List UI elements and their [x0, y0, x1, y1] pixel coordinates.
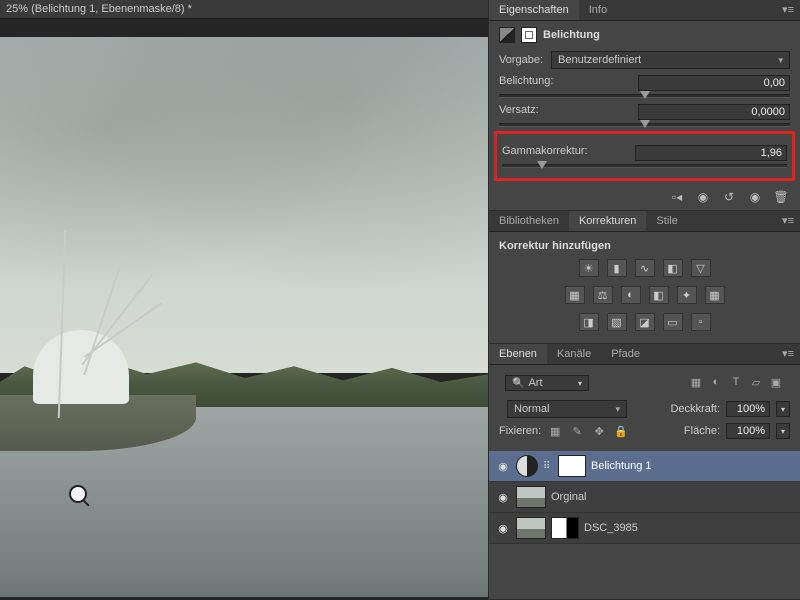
- exposure-value-input[interactable]: [638, 75, 790, 91]
- posterize-icon[interactable]: ▧: [607, 313, 627, 331]
- vibrance-icon[interactable]: ▽: [691, 259, 711, 277]
- tab-eigenschaften[interactable]: Eigenschaften: [489, 0, 579, 20]
- panel-menu-icon[interactable]: ▾≡: [776, 344, 800, 364]
- blend-mode-select[interactable]: Normal: [507, 400, 627, 418]
- layer-mask-thumb[interactable]: [558, 455, 586, 477]
- offset-value-input[interactable]: [638, 104, 790, 120]
- exposure-label: Belichtung:: [499, 75, 553, 91]
- exposure-adj-icon[interactable]: ◧: [663, 259, 683, 277]
- visibility-toggle-icon[interactable]: ◉: [495, 460, 511, 473]
- offset-slider[interactable]: [499, 123, 790, 127]
- filter-smart-icon[interactable]: ▣: [768, 376, 784, 390]
- gamma-highlight: Gammakorrektur:: [494, 131, 795, 181]
- layer-name[interactable]: Orginal: [551, 491, 794, 503]
- lock-label: Fixieren:: [499, 425, 541, 437]
- exposure-slider-row: Belichtung:: [499, 75, 790, 98]
- lock-transparency-icon[interactable]: ▦: [547, 424, 563, 438]
- mask-icon: [521, 27, 537, 43]
- brightness-contrast-icon[interactable]: ☀: [579, 259, 599, 277]
- layer-filter-kind-select[interactable]: Art▾: [505, 375, 589, 391]
- view-previous-icon[interactable]: ◉: [694, 189, 712, 204]
- opacity-label: Deckkraft:: [670, 403, 720, 415]
- tab-bibliotheken[interactable]: Bibliotheken: [489, 211, 569, 231]
- document-image: [0, 37, 488, 597]
- exposure-slider[interactable]: [499, 94, 790, 98]
- zoom-out-cursor-icon: [69, 485, 87, 503]
- filter-adjust-icon[interactable]: ◐: [708, 376, 724, 390]
- filter-shape-icon[interactable]: ▱: [748, 376, 764, 390]
- color-lookup-icon[interactable]: ▦: [705, 286, 725, 304]
- photo-filter-icon[interactable]: ◧: [649, 286, 669, 304]
- toggle-visibility-icon[interactable]: ◉: [746, 189, 764, 204]
- layer-name[interactable]: Belichtung 1: [591, 460, 794, 472]
- offset-label: Versatz:: [499, 104, 539, 120]
- tab-info[interactable]: Info: [579, 0, 617, 20]
- document-title: 25% (Belichtung 1, Ebenenmaske/8) *: [0, 0, 488, 19]
- link-icon[interactable]: ⠿: [543, 461, 553, 472]
- delete-adjustment-icon[interactable]: 🗑: [772, 189, 790, 204]
- color-balance-icon[interactable]: ⚖: [593, 286, 613, 304]
- canvas-viewport[interactable]: [0, 19, 488, 600]
- tab-pfade[interactable]: Pfade: [601, 344, 650, 364]
- tab-ebenen[interactable]: Ebenen: [489, 344, 547, 364]
- bw-icon[interactable]: ◐: [621, 286, 641, 304]
- tab-stile[interactable]: Stile: [646, 211, 687, 231]
- hue-sat-icon[interactable]: ▦: [565, 286, 585, 304]
- lock-pixels-icon[interactable]: ✎: [569, 424, 585, 438]
- layers-panel: Ebenen Kanäle Pfade ▾≡ Art▾ ▦ ◐ T ▱ ▣ No…: [489, 344, 800, 600]
- panel-menu-icon[interactable]: ▾≡: [776, 0, 800, 20]
- filter-type-icon[interactable]: T: [728, 376, 744, 390]
- corrections-panel: Bibliotheken Korrekturen Stile ▾≡ Korrek…: [489, 211, 800, 344]
- offset-slider-row: Versatz:: [499, 104, 790, 127]
- panels-column: Eigenschaften Info ▾≡ Belichtung Vorgabe…: [488, 0, 800, 600]
- reset-icon[interactable]: ↺: [720, 189, 738, 204]
- levels-icon[interactable]: ▮: [607, 259, 627, 277]
- layer-item[interactable]: ◉ Orginal: [489, 482, 800, 513]
- fill-label: Fläche:: [684, 425, 720, 437]
- adjustment-title: Belichtung: [543, 29, 600, 41]
- layer-item[interactable]: ◉ DSC_3985: [489, 513, 800, 544]
- filter-pixel-icon[interactable]: ▦: [688, 376, 704, 390]
- channel-mixer-icon[interactable]: ✦: [677, 286, 697, 304]
- layer-thumb: [516, 517, 546, 539]
- gamma-slider[interactable]: [502, 164, 787, 168]
- layer-thumb: [516, 486, 546, 508]
- layer-item[interactable]: ◉ ⠿ Belichtung 1: [489, 451, 800, 482]
- fill-dropdown-icon[interactable]: ▾: [776, 423, 790, 439]
- lock-all-icon[interactable]: 🔒: [613, 424, 629, 438]
- gamma-label: Gammakorrektur:: [502, 145, 588, 161]
- invert-icon[interactable]: ◨: [579, 313, 599, 331]
- layers-list: ◉ ⠿ Belichtung 1 ◉ Orginal ◉ DSC_3985: [489, 451, 800, 544]
- curves-icon[interactable]: ∿: [635, 259, 655, 277]
- gamma-slider-row: Gammakorrektur:: [502, 145, 787, 168]
- gamma-value-input[interactable]: [635, 145, 787, 161]
- lock-position-icon[interactable]: ✥: [591, 424, 607, 438]
- selective-color-icon[interactable]: ▫: [691, 313, 711, 331]
- opacity-input[interactable]: [726, 401, 770, 417]
- layer-name[interactable]: DSC_3985: [584, 522, 794, 534]
- clip-to-layer-icon[interactable]: ▫◂: [668, 189, 686, 204]
- tab-korrekturen[interactable]: Korrekturen: [569, 211, 646, 231]
- adjustment-thumb-icon: [516, 455, 538, 477]
- layer-mask-thumb[interactable]: [551, 517, 579, 539]
- opacity-dropdown-icon[interactable]: ▾: [776, 401, 790, 417]
- exposure-icon: [499, 27, 515, 43]
- visibility-toggle-icon[interactable]: ◉: [495, 491, 511, 504]
- visibility-toggle-icon[interactable]: ◉: [495, 522, 511, 535]
- preset-select[interactable]: Benutzerdefiniert: [551, 51, 790, 69]
- gradient-map-icon[interactable]: ▭: [663, 313, 683, 331]
- canvas-area: 25% (Belichtung 1, Ebenenmaske/8) *: [0, 0, 488, 600]
- threshold-icon[interactable]: ◪: [635, 313, 655, 331]
- properties-panel: Eigenschaften Info ▾≡ Belichtung Vorgabe…: [489, 0, 800, 211]
- add-correction-title: Korrektur hinzufügen: [499, 238, 790, 256]
- panel-menu-icon[interactable]: ▾≡: [776, 211, 800, 231]
- tab-kanaele[interactable]: Kanäle: [547, 344, 601, 364]
- preset-label: Vorgabe:: [499, 54, 543, 66]
- fill-input[interactable]: [726, 423, 770, 439]
